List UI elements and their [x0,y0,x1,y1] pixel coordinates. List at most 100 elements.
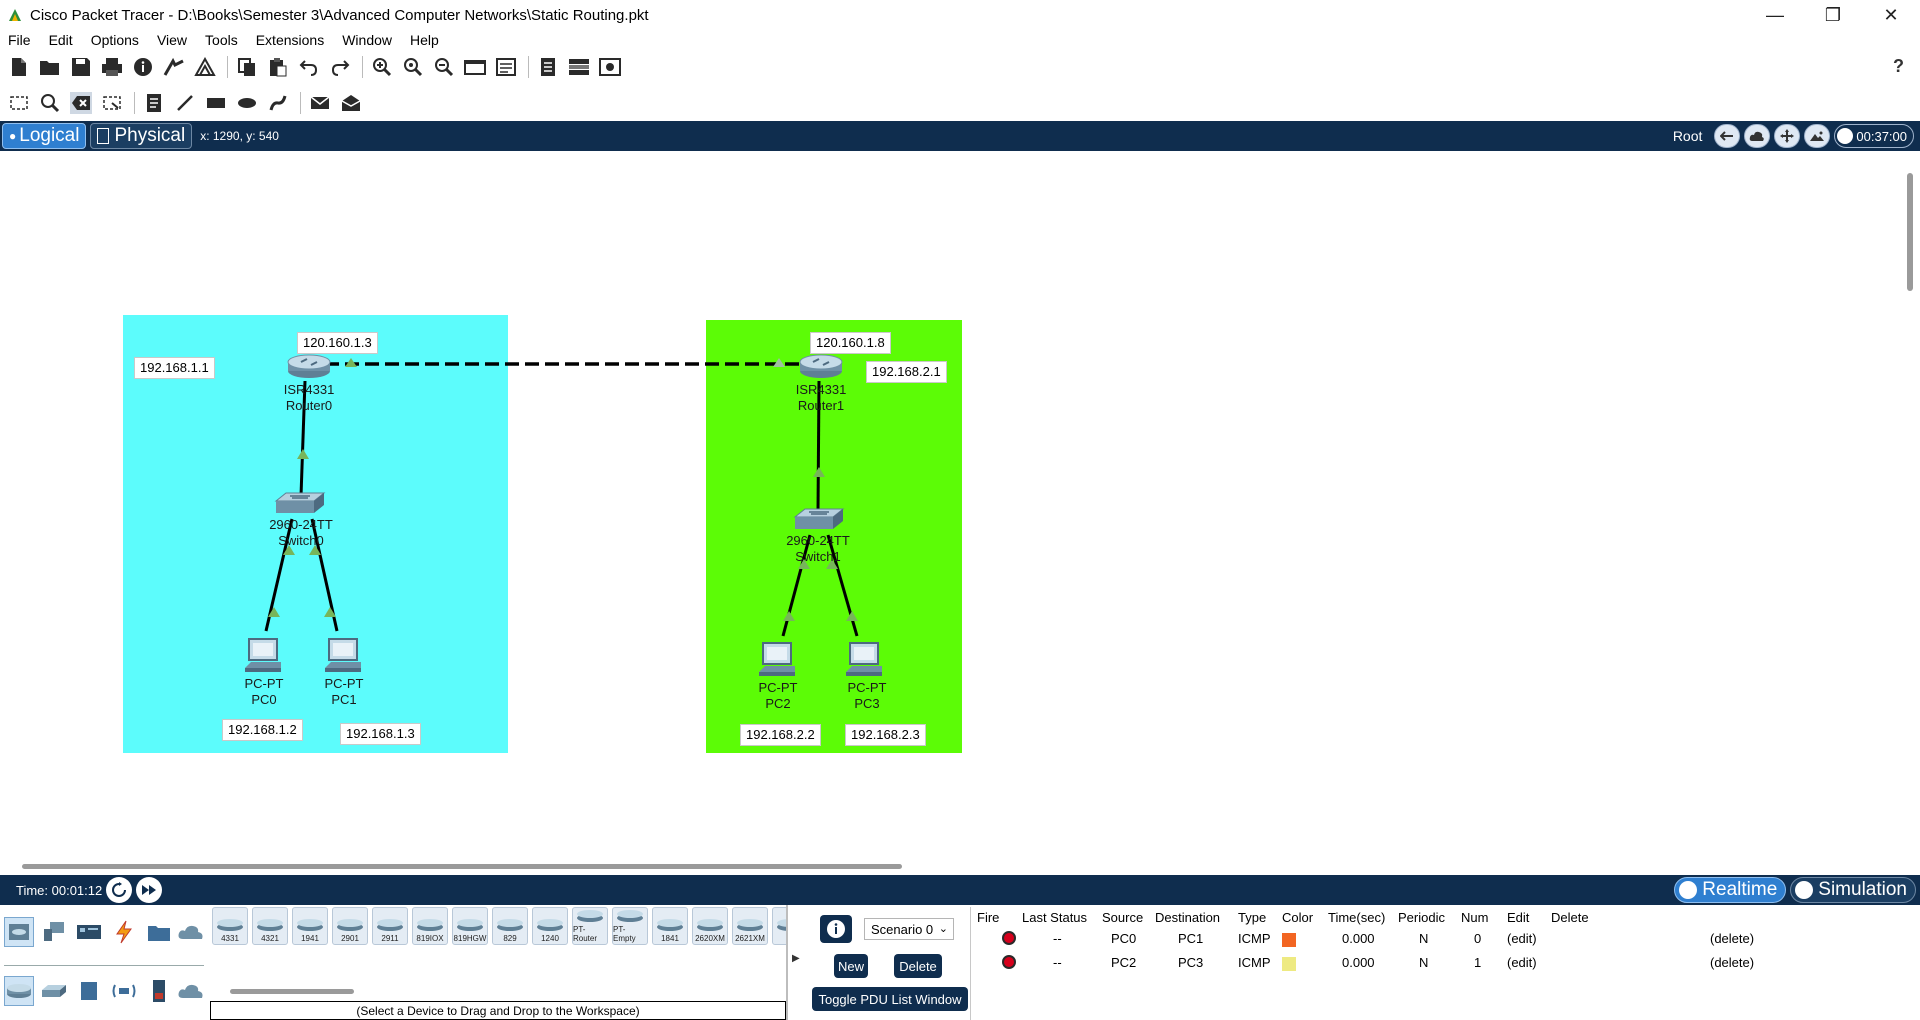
table-row[interactable]: -- PC0 PC1 ICMP 0.000 N 0 (edit) (delete… [971,928,1920,950]
ip-note-pc2[interactable]: 192.168.2.2 [740,724,821,746]
new-icon[interactable] [8,56,30,78]
inspect-icon[interactable] [39,92,61,114]
device-model-item[interactable]: 4321 [252,907,288,945]
menu-help[interactable]: Help [410,32,439,48]
move-object-icon[interactable] [1774,124,1801,148]
miscellaneous-icon[interactable] [144,917,174,947]
scrollbar-thumb[interactable] [1907,173,1913,291]
multiuser-icon[interactable] [176,917,206,947]
menu-tools[interactable]: Tools [205,32,238,48]
security-icon[interactable] [144,976,174,1006]
pdu-view-icon[interactable] [599,56,621,78]
menu-file[interactable]: File [8,32,31,48]
canvas-horizontal-scrollbar[interactable] [0,855,1900,873]
collapse-arrow-icon[interactable]: ▶ [792,953,800,964]
device-model-item[interactable]: 829 [492,907,528,945]
fire-pdu-icon[interactable] [1002,955,1016,969]
pc-icon[interactable] [245,638,283,674]
menu-options[interactable]: Options [91,32,139,48]
pc-icon[interactable] [325,638,363,674]
fast-forward-icon[interactable] [136,877,163,903]
switch-icon[interactable] [274,491,326,515]
switches-icon[interactable] [39,976,69,1006]
canvas-vertical-scrollbar[interactable] [1900,151,1920,855]
device-model-item[interactable]: 2 [772,907,786,945]
ip-note-pc1[interactable]: 192.168.1.3 [340,723,421,745]
set-background-icon[interactable] [1804,124,1831,148]
scenario-info-icon[interactable] [820,915,852,943]
device-model-item[interactable]: 2620XM [692,907,728,945]
tree-view-icon[interactable] [568,56,590,78]
redo-icon[interactable] [329,56,351,78]
components-icon[interactable] [74,917,104,947]
device-model-item[interactable]: 819IOX [412,907,448,945]
root-label[interactable]: Root [1673,128,1703,144]
zoom-in-icon[interactable] [371,56,393,78]
back-icon[interactable] [1714,124,1741,148]
simulation-mode-button[interactable]: Simulation [1790,877,1916,903]
panel-divider[interactable] [786,905,788,1020]
pdu-edit-link[interactable]: (edit) [1507,955,1537,970]
delete-icon[interactable] [70,92,92,114]
resize-icon[interactable] [101,92,123,114]
delete-scenario-button[interactable]: Delete [894,954,942,978]
ip-note-pc3[interactable]: 192.168.2.3 [845,724,926,746]
zoom-reset-icon[interactable] [402,56,424,78]
pc-icon[interactable] [846,642,884,678]
zoom-out-icon[interactable] [433,56,455,78]
device-model-item[interactable]: 819HGW [452,907,488,945]
pdu-delete-link[interactable]: (delete) [1710,955,1754,970]
place-note-icon[interactable] [143,92,165,114]
draw-rectangle-icon[interactable] [205,92,227,114]
router-icon[interactable] [798,353,844,379]
ip-note-pc0[interactable]: 192.168.1.2 [222,719,303,741]
device-model-item[interactable]: 2911 [372,907,408,945]
network-devices-icon[interactable] [4,917,34,947]
device-model-item[interactable]: 1841 [652,907,688,945]
menu-view[interactable]: View [157,32,187,48]
save-icon[interactable] [70,56,92,78]
connections-icon[interactable] [109,917,139,947]
paste-icon[interactable] [267,56,289,78]
undo-icon[interactable] [298,56,320,78]
draw-line-icon[interactable] [174,92,196,114]
ip-note-router0-wan[interactable]: 120.160.1.3 [297,332,378,354]
scrollbar-thumb[interactable] [22,864,902,869]
ip-note-router0-lan[interactable]: 192.168.1.1 [134,357,215,379]
device-model-item[interactable]: 1240 [532,907,568,945]
device-list-scrollbar[interactable] [230,989,354,994]
pc-icon[interactable] [759,642,797,678]
cluster-icon[interactable] [537,56,559,78]
ip-note-router1-wan[interactable]: 120.160.1.8 [810,332,891,354]
logical-workspace-canvas[interactable]: ISR4331 Router0 ISR4331 Router1 2960-24T… [0,151,1900,855]
tab-logical[interactable]: ● Logical [2,123,87,149]
hubs-icon[interactable] [74,976,104,1006]
device-model-item[interactable]: 2621XM [732,907,768,945]
open-icon[interactable] [39,56,61,78]
ip-note-router1-lan[interactable]: 192.168.2.1 [866,361,947,383]
scenario-select[interactable]: Scenario 0 ⌄ [864,918,954,940]
draw-ellipse-icon[interactable] [236,92,258,114]
freeform-icon[interactable] [267,92,289,114]
device-model-item[interactable]: PT-Empty [612,907,648,945]
copy-icon[interactable] [236,56,258,78]
device-model-item[interactable]: PT-Router [572,907,608,945]
menu-extensions[interactable]: Extensions [256,32,324,48]
help-button[interactable]: ? [1893,56,1904,77]
close-icon[interactable]: ✕ [1862,0,1920,30]
select-icon[interactable] [8,92,30,114]
menu-window[interactable]: Window [342,32,392,48]
custom-device-icon[interactable] [495,56,517,78]
tab-physical[interactable]: Physical [90,123,193,149]
realtime-mode-button[interactable]: Realtime [1674,877,1787,903]
end-devices-icon[interactable] [39,917,69,947]
menu-edit[interactable]: Edit [49,32,73,48]
fire-pdu-icon[interactable] [1002,931,1016,945]
routers-icon[interactable] [4,976,34,1006]
network-info-icon[interactable] [194,56,216,78]
new-scenario-button[interactable]: New [834,954,868,978]
drawing-palette-icon[interactable] [464,56,486,78]
activity-wizard-icon[interactable] [163,56,185,78]
switch-icon[interactable] [793,507,845,531]
wan-emulation-icon[interactable] [176,976,206,1006]
